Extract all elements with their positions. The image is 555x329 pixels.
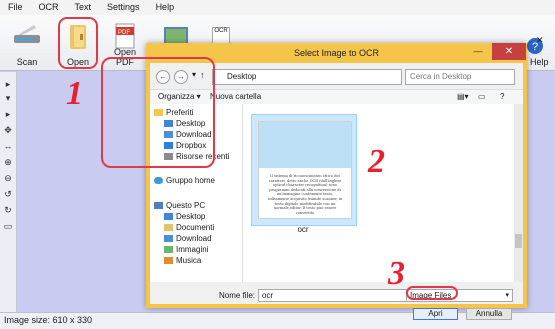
move-icon[interactable]: ✥ [2,124,14,136]
search-input[interactable]: Cerca in Desktop [405,69,515,85]
zoom-out-icon[interactable]: ⊖ [2,172,14,184]
nav-pc-download[interactable]: Download [164,234,212,243]
file-item-ocr[interactable]: Il sistema di riconoscimento ottico dei … [251,114,357,226]
image-size-text: Image size: 610 x 330 [4,315,93,325]
svg-text:PDF: PDF [118,30,130,36]
zoom-in-icon[interactable]: ⊕ [2,156,14,168]
file-thumbnail: Il sistema di riconoscimento ottico dei … [258,121,352,219]
arrow-down-icon[interactable]: ▾ [2,92,14,104]
menu-file[interactable]: File [0,0,31,15]
preview-pane-icon[interactable]: ▭ [478,92,486,101]
rotate-left-icon[interactable]: ↺ [2,188,14,200]
thumbnail-sky [259,122,351,168]
nav-label: Desktop [176,212,206,221]
nav-label: Immagini [176,245,209,254]
menu-text[interactable]: Text [67,0,100,15]
thumbnail-text: Il sistema di riconoscimento ottico dei … [267,174,343,215]
open-highlight [58,17,98,69]
cancel-button[interactable]: Annulla [466,308,512,320]
nav-documents[interactable]: Documenti [164,223,214,232]
this-pc-label: Questo PC [166,201,206,210]
rotate-right-icon[interactable]: ↻ [2,204,14,216]
filename-input[interactable]: ocr [258,289,408,302]
homegroup-item[interactable]: Gruppo home [154,176,215,185]
menu-ocr[interactable]: OCR [31,0,67,15]
help-dialog-icon[interactable]: ? [500,92,504,101]
pictures-icon [164,246,173,254]
minimize-icon[interactable]: — [468,46,488,58]
apri-highlight [406,286,458,300]
scan-label: Scan [16,57,38,67]
close-icon[interactable]: ✕ [492,43,526,60]
nav-pc-desktop[interactable]: Desktop [164,212,205,221]
nav-label: Download [176,234,212,243]
file-list-scrollbar[interactable] [514,104,523,282]
help-close-icon[interactable]: ✕ [536,35,546,45]
this-pc-item[interactable]: Questo PC [154,201,205,210]
nav-label: Documenti [176,223,215,232]
thumbnail-highlight [101,57,215,168]
side-toolbar: ▸ ▾ ▸ ✥ ↔ ⊕ ⊖ ↺ ↻ ▭ [0,72,17,312]
file-list: Il sistema di riconoscimento ottico dei … [243,104,515,282]
step-number-1: 1 [66,75,83,112]
scanner-icon [14,25,40,43]
nav-label: Musica [176,256,202,265]
menu-settings[interactable]: Settings [99,0,148,15]
step-number-2: 2 [368,143,385,180]
nav-music[interactable]: Musica [164,256,201,265]
select-rect-icon[interactable]: ▭ [2,220,14,232]
address-text: Desktop [227,72,257,81]
desktop-icon [164,213,173,221]
scan-button[interactable]: Scan [2,19,52,69]
filename-value: ocr [262,291,274,300]
scroll-thumb[interactable] [515,234,522,248]
search-placeholder: Cerca in Desktop [410,72,472,81]
homegroup-label: Gruppo home [166,176,215,185]
homegroup-icon [154,177,163,185]
filename-label: Nome file: [219,291,256,300]
address-bar[interactable]: Desktop [212,69,402,85]
documents-icon [164,224,173,232]
nav-images[interactable]: Immagini [164,245,208,254]
open-dialog-button[interactable]: Apri [413,308,458,320]
chevron-down-icon: ▾ [505,292,509,299]
file-caption: ocr [297,225,309,234]
pointer-icon[interactable]: ▸ [2,108,14,120]
new-folder-button[interactable]: Nuova cartella [210,92,261,101]
download-icon [164,235,173,243]
arrow-right-icon[interactable]: ▸ [2,78,14,90]
view-options-icon[interactable]: ▤▾ [457,92,469,101]
computer-icon [154,202,163,210]
menu-help[interactable]: Help [148,0,183,15]
music-icon [164,257,173,265]
step-number-3: 3 [388,255,405,292]
menu-bar: File OCR Text Settings Help [0,0,555,15]
horizontal-resize-icon[interactable]: ↔ [2,140,14,152]
